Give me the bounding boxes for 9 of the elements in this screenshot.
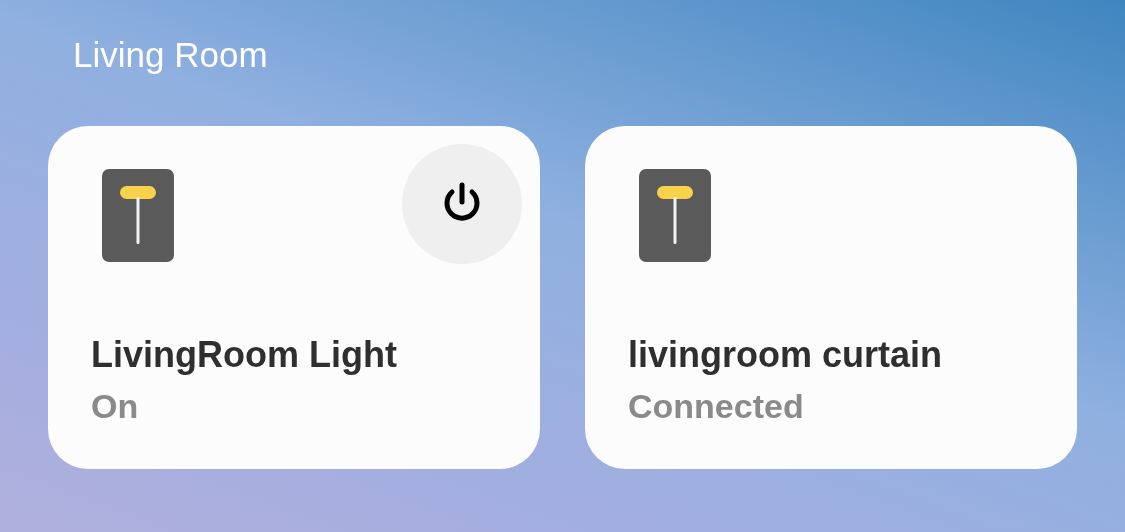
device-status: Connected	[628, 386, 804, 426]
device-name: livingroom curtain	[628, 334, 943, 376]
device-card[interactable]: LivingRoom Light On	[48, 126, 540, 469]
device-card[interactable]: livingroom curtain Connected	[585, 126, 1077, 469]
room-title: Living Room	[73, 34, 268, 76]
device-status: On	[91, 386, 139, 426]
lamp-icon	[102, 169, 174, 262]
device-name: LivingRoom Light	[91, 334, 397, 376]
lamp-icon	[639, 169, 711, 262]
